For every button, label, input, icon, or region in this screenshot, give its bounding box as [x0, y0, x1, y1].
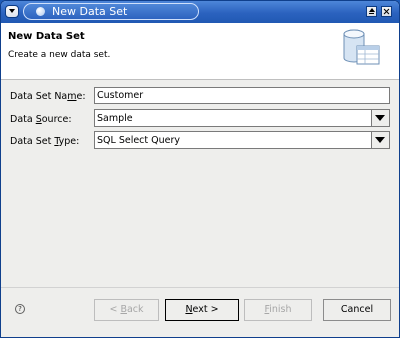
new-data-set-dialog: New Data Set New Data Set Create a new d…: [0, 0, 400, 338]
window-menu-button[interactable]: [5, 5, 19, 18]
data-set-type-value: SQL Select Query: [97, 135, 181, 146]
window-title: New Data Set: [52, 5, 128, 18]
back-button[interactable]: < Back: [94, 299, 159, 321]
data-source-select[interactable]: Sample: [94, 109, 390, 127]
footer-divider: [1, 287, 399, 288]
help-icon[interactable]: ?: [15, 304, 25, 314]
maximize-button[interactable]: [366, 6, 377, 17]
data-set-type-dropdown-button[interactable]: [371, 132, 389, 148]
chevron-down-icon: [375, 137, 385, 143]
title-bar[interactable]: New Data Set: [1, 1, 399, 23]
data-source-label: Data Source:: [10, 114, 72, 125]
data-set-name-label: Data Set Name:: [10, 91, 86, 102]
page-description: Create a new data set.: [8, 50, 111, 60]
title-pill: New Data Set: [23, 3, 199, 20]
data-source-dropdown-button[interactable]: [371, 110, 389, 126]
app-icon: [36, 7, 45, 16]
close-button[interactable]: [381, 6, 392, 17]
chevron-down-icon: [9, 9, 15, 13]
wizard-header: New Data Set Create a new data set.: [1, 23, 399, 80]
data-set-type-label: Data Set Type:: [10, 136, 80, 147]
page-title: New Data Set: [8, 31, 85, 42]
chevron-down-icon: [375, 115, 385, 121]
data-source-value: Sample: [97, 113, 133, 124]
data-set-type-select[interactable]: SQL Select Query: [94, 131, 390, 149]
cancel-button[interactable]: Cancel: [323, 299, 391, 321]
database-icon: [343, 29, 380, 65]
next-button[interactable]: Next >: [165, 299, 239, 321]
finish-button[interactable]: Finish: [244, 299, 312, 321]
data-set-name-input[interactable]: [94, 87, 390, 104]
